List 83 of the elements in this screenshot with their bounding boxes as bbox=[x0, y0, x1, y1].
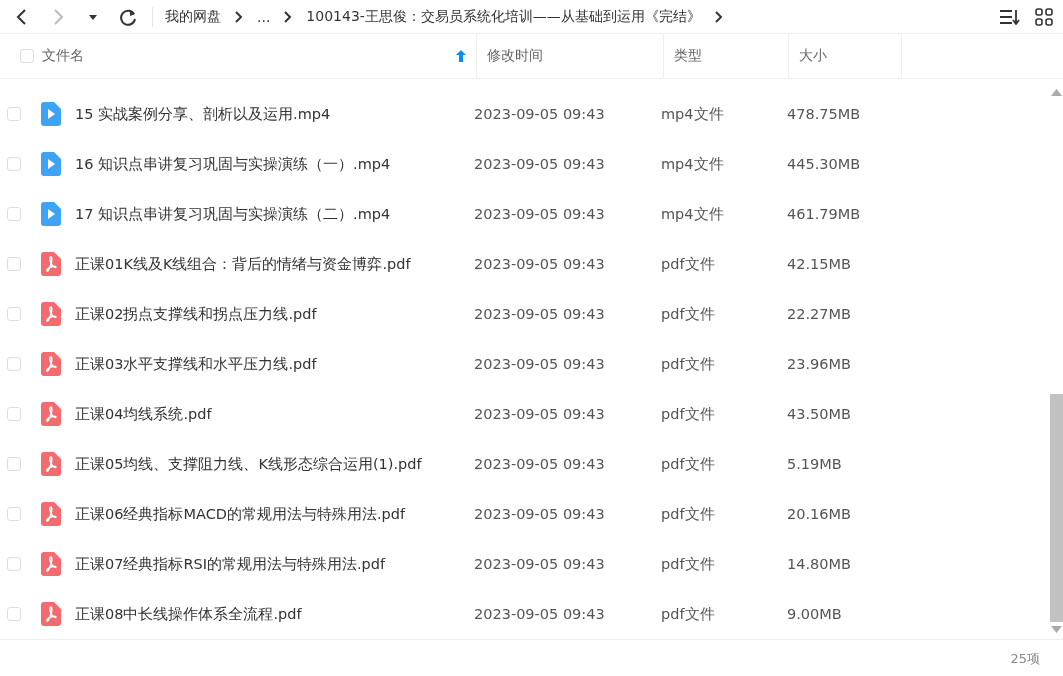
modified-time: 2023-09-05 09:43 bbox=[474, 406, 606, 422]
file-size: 5.19MB bbox=[787, 456, 842, 472]
checkbox[interactable] bbox=[7, 107, 21, 121]
file-name[interactable]: 正课02拐点支撑线和拐点压力线.pdf bbox=[75, 304, 474, 324]
scrollbar-thumb[interactable] bbox=[1050, 394, 1063, 622]
file-size: 20.16MB bbox=[787, 506, 851, 522]
file-type: pdf文件 bbox=[661, 554, 716, 574]
video-file-icon bbox=[41, 152, 61, 176]
video-file-icon bbox=[41, 202, 61, 226]
modified-time: 2023-09-05 09:43 bbox=[474, 456, 606, 472]
checkbox[interactable] bbox=[7, 407, 21, 421]
breadcrumb-item[interactable]: 100143-王思俊：交易员系统化培训——从基础到运用《完结》 bbox=[306, 7, 701, 26]
pdf-file-icon bbox=[41, 352, 61, 376]
file-type: mp4文件 bbox=[661, 204, 725, 224]
checkbox[interactable] bbox=[7, 257, 21, 271]
file-size: 43.50MB bbox=[787, 406, 851, 422]
file-type: pdf文件 bbox=[661, 304, 716, 324]
pdf-file-icon bbox=[41, 402, 61, 426]
file-size: 23.96MB bbox=[787, 356, 851, 372]
chevron-right-icon bbox=[235, 10, 243, 23]
modified-time: 2023-09-05 09:43 bbox=[474, 106, 606, 122]
grid-view-icon[interactable] bbox=[1035, 7, 1053, 26]
checkbox[interactable] bbox=[7, 307, 21, 321]
breadcrumb-item[interactable]: ... bbox=[257, 8, 271, 25]
file-size: 42.15MB bbox=[787, 256, 851, 272]
file-type: mp4文件 bbox=[661, 104, 725, 124]
modified-time: 2023-09-05 09:43 bbox=[474, 606, 606, 622]
file-name[interactable]: 17 知识点串讲复习巩固与实操演练（二）.mp4 bbox=[75, 204, 474, 224]
checkbox[interactable] bbox=[7, 157, 21, 171]
file-size: 445.30MB bbox=[787, 156, 861, 172]
file-name[interactable]: 正课05均线、支撑阻力线、K线形态综合运用(1).pdf bbox=[75, 454, 474, 474]
pdf-file-icon bbox=[41, 552, 61, 576]
column-header[interactable]: 文件名 bbox=[34, 34, 477, 78]
file-size: 461.79MB bbox=[787, 206, 861, 222]
file-name[interactable]: 16 知识点串讲复习巩固与实操演练（一）.mp4 bbox=[75, 154, 474, 174]
checkbox[interactable] bbox=[7, 557, 21, 571]
file-type: mp4文件 bbox=[661, 154, 725, 174]
chevron-right-icon bbox=[284, 10, 293, 23]
chevron-right-icon bbox=[714, 10, 723, 23]
pdf-file-icon bbox=[41, 502, 61, 526]
scroll-down-icon[interactable] bbox=[1051, 626, 1062, 633]
file-name[interactable]: 正课07经典指标RSI的常规用法与特殊用法.pdf bbox=[75, 554, 474, 574]
scroll-up-icon[interactable] bbox=[1051, 89, 1062, 96]
checkbox[interactable] bbox=[7, 207, 21, 221]
file-name[interactable]: 正课06经典指标MACD的常规用法与特殊用法.pdf bbox=[75, 504, 474, 524]
pdf-file-icon bbox=[41, 252, 61, 276]
column-header[interactable]: 类型 bbox=[664, 34, 789, 78]
modified-time: 2023-09-05 09:43 bbox=[474, 306, 606, 322]
select-all-checkbox[interactable] bbox=[20, 49, 34, 63]
file-name[interactable]: 15 实战案例分享、剖析以及运用.mp4 bbox=[75, 104, 474, 124]
file-size: 22.27MB bbox=[787, 306, 851, 322]
modified-time: 2023-09-05 09:43 bbox=[474, 256, 606, 272]
file-name[interactable]: 正课08中长线操作体系全流程.pdf bbox=[75, 604, 474, 624]
file-type: pdf文件 bbox=[661, 404, 716, 424]
file-size: 478.75MB bbox=[787, 106, 861, 122]
sort-icon[interactable] bbox=[999, 8, 1021, 25]
file-type: pdf文件 bbox=[661, 354, 716, 374]
checkbox[interactable] bbox=[7, 507, 21, 521]
file-type: pdf文件 bbox=[661, 504, 716, 524]
modified-time: 2023-09-05 09:43 bbox=[474, 506, 606, 522]
modified-time: 2023-09-05 09:43 bbox=[474, 556, 606, 572]
file-name[interactable]: 正课03水平支撑线和水平压力线.pdf bbox=[75, 354, 474, 374]
checkbox[interactable] bbox=[7, 357, 21, 371]
pdf-file-icon bbox=[41, 302, 61, 326]
modified-time: 2023-09-05 09:43 bbox=[474, 156, 606, 172]
pdf-file-icon bbox=[41, 452, 61, 476]
file-type: pdf文件 bbox=[661, 604, 716, 624]
file-size: 9.00MB bbox=[787, 606, 842, 622]
file-name[interactable]: 正课01K线及K线组合：背后的情绪与资金博弈.pdf bbox=[75, 254, 474, 274]
file-name[interactable]: 正课04均线系统.pdf bbox=[75, 404, 474, 424]
modified-time: 2023-09-05 09:43 bbox=[474, 356, 606, 372]
breadcrumb-item[interactable]: 我的网盘 bbox=[165, 7, 221, 26]
video-file-icon bbox=[41, 102, 61, 126]
checkbox[interactable] bbox=[7, 457, 21, 471]
checkbox[interactable] bbox=[7, 607, 21, 621]
file-type: pdf文件 bbox=[661, 254, 716, 274]
column-header[interactable]: 大小 bbox=[789, 34, 902, 78]
file-size: 14.80MB bbox=[787, 556, 851, 572]
column-header[interactable]: 修改时间 bbox=[477, 34, 664, 78]
file-type: pdf文件 bbox=[661, 454, 716, 474]
item-count: 25项 bbox=[1010, 649, 1040, 668]
pdf-file-icon bbox=[41, 602, 61, 626]
modified-time: 2023-09-05 09:43 bbox=[474, 206, 606, 222]
